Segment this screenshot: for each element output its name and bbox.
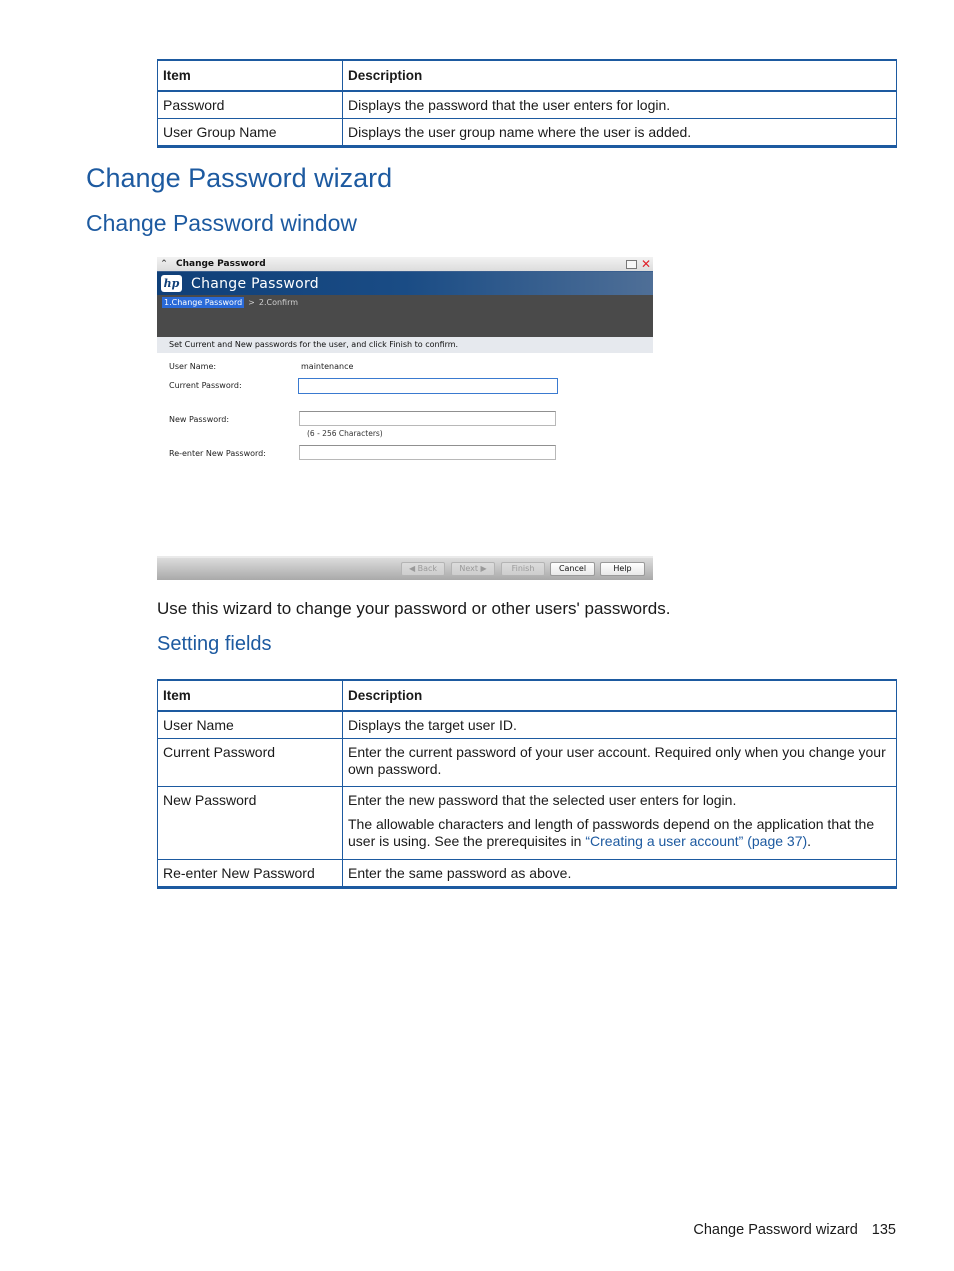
column-header-description: Description [342, 60, 897, 92]
setting-fields-title: Setting fields [157, 633, 272, 655]
instruction-text: Set Current and New passwords for the us… [157, 337, 653, 353]
description-para-2: The allowable characters and length of p… [348, 816, 891, 850]
table-row: Password Displays the password that the … [157, 90, 897, 119]
page-number: 135 [871, 1222, 896, 1238]
user-name-value: maintenance [301, 362, 354, 371]
user-info-table: Item Description Password Displays the p… [157, 59, 897, 148]
table-row: User Name Displays the target user ID. [157, 710, 897, 739]
intro-paragraph: Use this wizard to change your password … [157, 599, 671, 618]
cell-item: User Group Name [157, 118, 343, 147]
change-password-window: ⌃ Change Password ✕ hp Change Password 1… [157, 257, 653, 580]
reenter-password-label: Re-enter New Password: [169, 449, 266, 458]
reenter-password-input[interactable] [299, 445, 556, 460]
description-para-1: Enter the new password that the selected… [348, 792, 737, 808]
next-button[interactable]: Next ▶ [451, 562, 495, 576]
maximize-icon[interactable] [625, 259, 637, 269]
wizard-header: hp Change Password [157, 271, 653, 295]
table-row: User Group Name Displays the user group … [157, 118, 897, 147]
close-icon[interactable]: ✕ [641, 258, 651, 270]
new-password-hint: (6 - 256 Characters) [307, 429, 383, 438]
back-button[interactable]: ◀ Back [401, 562, 445, 576]
footer-section: Change Password wizard [693, 1222, 858, 1238]
current-password-label: Current Password: [169, 381, 242, 390]
window-controls: ✕ [625, 257, 653, 271]
cell-item: New Password [157, 786, 343, 860]
cell-description: Displays the password that the user ente… [342, 90, 897, 119]
section-title: Change Password wizard [86, 163, 393, 193]
table-header-row: Item Description [157, 680, 897, 712]
cell-description: Enter the same password as above. [342, 859, 897, 888]
step-confirm: 2.Confirm [258, 298, 299, 307]
subsection-title: Change Password window [86, 210, 358, 236]
column-header-item: Item [157, 680, 343, 712]
cancel-button[interactable]: Cancel [550, 562, 595, 576]
page-footer: Change Password wizard 135 [693, 1222, 896, 1238]
collapse-icon[interactable]: ⌃ [157, 259, 171, 269]
window-title: Change Password [176, 259, 266, 269]
wizard-title: Change Password [191, 275, 319, 292]
wizard-button-bar: ◀ Back Next ▶ Finish Cancel Help [157, 556, 653, 580]
cell-description: Displays the target user ID. [342, 710, 897, 739]
column-header-description: Description [342, 680, 897, 712]
cell-item: Re-enter New Password [157, 859, 343, 888]
hp-logo-icon: hp [161, 275, 182, 292]
table-row: Current Password Enter the current passw… [157, 738, 897, 787]
table-header-row: Item Description [157, 60, 897, 92]
cell-item: User Name [157, 710, 343, 739]
description-suffix: . [807, 833, 812, 849]
finish-button[interactable]: Finish [501, 562, 545, 576]
help-button[interactable]: Help [600, 562, 645, 576]
cell-item: Password [157, 90, 343, 119]
setting-fields-table: Item Description User Name Displays the … [157, 679, 897, 889]
column-header-item: Item [157, 60, 343, 92]
step-separator: > [248, 298, 255, 307]
cell-description: Enter the new password that the selected… [342, 786, 897, 860]
password-form: User Name: maintenance Current Password:… [157, 353, 653, 558]
current-password-input[interactable] [298, 378, 558, 394]
table-row: New Password Enter the new password that… [157, 786, 897, 860]
table-row: Re-enter New Password Enter the same pas… [157, 859, 897, 888]
new-password-input[interactable] [299, 411, 556, 426]
user-name-label: User Name: [169, 362, 217, 371]
new-password-label: New Password: [169, 415, 230, 424]
cell-description: Enter the current password of your user … [342, 738, 897, 787]
step-change-password: 1.Change Password [162, 297, 245, 308]
window-title-bar: ⌃ Change Password ✕ [157, 257, 653, 271]
cell-item: Current Password [157, 738, 343, 787]
creating-user-account-link[interactable]: “Creating a user account” (page 37) [585, 833, 807, 849]
wizard-steps: 1.Change Password >2.Confirm [157, 295, 653, 337]
cell-description: Displays the user group name where the u… [342, 118, 897, 147]
